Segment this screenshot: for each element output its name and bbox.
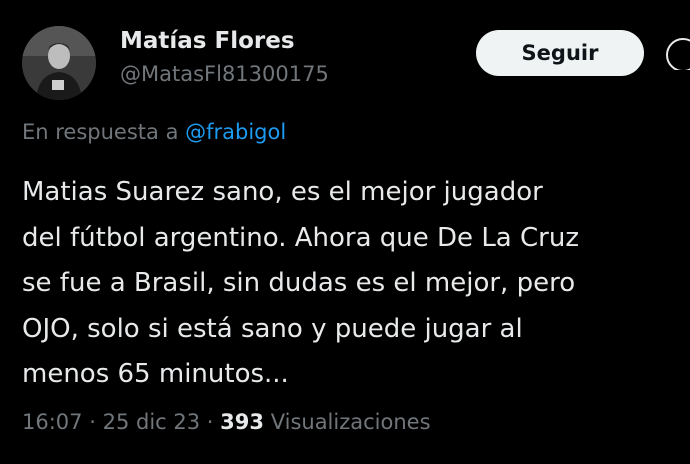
profile-photo-image [22, 26, 96, 100]
tweet-line: OJO, solo si está sano y puede jugar al [22, 313, 523, 344]
tweet-time[interactable]: 16:07 [22, 410, 83, 434]
tweet-line: del fútbol argentino. Ahora que De La Cr… [22, 222, 579, 253]
avatar[interactable] [22, 26, 96, 100]
views-label: Visualizaciones [270, 410, 431, 434]
tweet-line: se fue a Brasil, sin dudas es el mejor, … [22, 268, 576, 298]
meta-separator: · [89, 410, 96, 434]
tweet-meta: 16:07 · 25 dic 23 · 393 Visualizaciones [22, 410, 431, 434]
more-options-icon [666, 38, 690, 70]
follow-button[interactable]: Seguir [476, 30, 644, 76]
more-options-button[interactable] [666, 36, 690, 70]
author-handle[interactable]: @MatasFl81300175 [120, 62, 329, 86]
tweet-text: Matias Suarez sano, es el mejor jugador … [22, 170, 672, 398]
reply-context: En respuesta a @frabigol [22, 120, 286, 144]
views-count: 393 [220, 410, 265, 434]
tweet-line: menos 65 minutos... [22, 359, 289, 389]
tweet-line: Matias Suarez sano, es el mejor jugador [22, 177, 543, 207]
meta-separator: · [206, 410, 214, 434]
reply-mention-link[interactable]: @frabigol [185, 120, 286, 144]
reply-prefix: En respuesta a [22, 120, 179, 144]
author-name[interactable]: Matías Flores [120, 28, 295, 54]
tweet-date[interactable]: 25 dic 23 [103, 410, 201, 434]
